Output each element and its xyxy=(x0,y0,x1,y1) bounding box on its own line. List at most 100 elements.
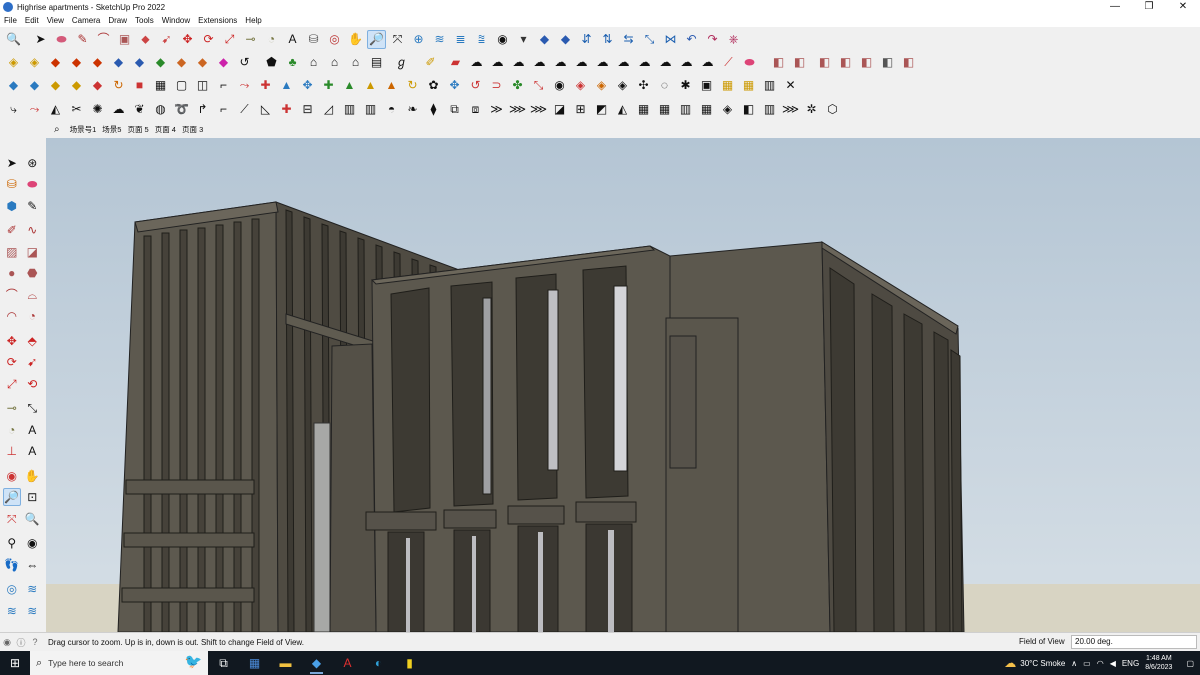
circle-icon[interactable]: ● xyxy=(3,264,21,282)
scissors-icon[interactable]: ✂ xyxy=(67,100,86,119)
line-tool-icon[interactable]: ✎ xyxy=(73,30,92,49)
mesh-18-icon[interactable]: ⋙ xyxy=(781,100,800,119)
axes-icon[interactable]: ⇵ xyxy=(577,30,596,49)
shape-8-icon[interactable]: ▣ xyxy=(697,76,716,95)
zoom-window-icon[interactable]: ⊡ xyxy=(24,488,41,506)
move-icon[interactable]: ✥ xyxy=(3,332,21,350)
menu-view[interactable]: View xyxy=(47,16,64,25)
hatch-1-icon[interactable]: ▥ xyxy=(340,100,359,119)
mesh-1-icon[interactable]: ⧫ xyxy=(424,100,443,119)
scene-tab[interactable]: 页面 3 xyxy=(182,124,203,135)
pushpull-tool-icon[interactable]: ⬥ xyxy=(136,30,155,49)
scale-tool-icon[interactable]: ⤢ xyxy=(220,30,239,49)
cube-yellow-icon[interactable]: ◆ xyxy=(46,76,65,95)
shape-10-icon[interactable]: ▦ xyxy=(739,76,758,95)
union-icon[interactable]: ◆ xyxy=(172,53,191,72)
tape-measure-icon[interactable]: ⊸ xyxy=(241,30,260,49)
geo-location-icon[interactable]: ◉ xyxy=(0,637,14,648)
texture-7-icon[interactable]: ◧ xyxy=(899,53,918,72)
scenes-icon[interactable]: ≋ xyxy=(3,602,21,620)
pie-icon[interactable]: ◔ xyxy=(24,307,42,325)
loft-icon[interactable]: ◫ xyxy=(193,76,212,95)
eraser-tool-icon[interactable]: ⬬ xyxy=(52,30,71,49)
shape-3-icon[interactable]: ◈ xyxy=(592,76,611,95)
eraser-red-icon[interactable]: ▰ xyxy=(446,53,465,72)
cube-red-icon[interactable]: ◆ xyxy=(88,76,107,95)
flip-icon[interactable]: ⇆ xyxy=(619,30,638,49)
orbit-tool-icon[interactable]: ◉ xyxy=(3,467,21,485)
rectangle-icon[interactable]: ▨ xyxy=(3,243,21,261)
undo-icon[interactable]: ↶ xyxy=(682,30,701,49)
mesh-7-icon[interactable]: ◪ xyxy=(550,100,569,119)
magnet-icon[interactable]: ⊃ xyxy=(487,76,506,95)
scene-tab[interactable]: 页面 4 xyxy=(155,124,176,135)
3d-text-icon[interactable]: A xyxy=(24,442,42,460)
start-button[interactable]: ⊞ xyxy=(0,651,30,675)
cloud-shape-11-icon[interactable]: ☁ xyxy=(677,53,696,72)
extrude-icon[interactable]: ◭ xyxy=(46,100,65,119)
freehand-icon[interactable]: ∿ xyxy=(24,221,42,239)
position-camera-icon[interactable]: ⚲ xyxy=(3,534,21,552)
sticky-notes-icon[interactable]: ▮ xyxy=(394,651,425,675)
mesh-9-icon[interactable]: ◩ xyxy=(592,100,611,119)
mesh-8-icon[interactable]: ⊞ xyxy=(571,100,590,119)
pyramid-yellow-icon[interactable]: ▲ xyxy=(361,76,380,95)
spiral-icon[interactable]: ✿ xyxy=(424,76,443,95)
ramp-icon[interactable]: ◿ xyxy=(319,100,338,119)
offset-icon[interactable]: ⟲ xyxy=(24,375,42,393)
frame-icon[interactable]: ▢ xyxy=(172,76,191,95)
zoom-icon[interactable]: 🔎 xyxy=(3,488,21,507)
rotate-red-icon[interactable]: ↺ xyxy=(466,76,485,95)
bottom-view-icon[interactable]: ◆ xyxy=(130,53,149,72)
scale-icon[interactable]: ⤢ xyxy=(3,375,21,393)
previous-view-icon[interactable]: 🔍 xyxy=(24,510,42,528)
menu-tools[interactable]: Tools xyxy=(135,16,154,25)
shadow-icon[interactable]: ▾ xyxy=(514,30,533,49)
shape-4-icon[interactable]: ◈ xyxy=(613,76,632,95)
texture-3-icon[interactable]: ◧ xyxy=(815,53,834,72)
pan-tool-icon[interactable]: ✋ xyxy=(346,30,365,49)
protractor-icon[interactable]: ◔ xyxy=(3,421,21,439)
scene-tab[interactable]: 场景5 xyxy=(102,124,121,135)
redo-icon[interactable]: ↷ xyxy=(703,30,722,49)
mesh-16-icon[interactable]: ◧ xyxy=(739,100,758,119)
section-icon[interactable]: ⇔ xyxy=(24,556,42,574)
texture-2-icon[interactable]: ◧ xyxy=(790,53,809,72)
section-plane-icon[interactable]: ⊕ xyxy=(409,30,428,49)
minimize-button[interactable]: — xyxy=(1098,0,1132,14)
menu-camera[interactable]: Camera xyxy=(72,16,100,25)
cloud-shape-2-icon[interactable]: ☁ xyxy=(488,53,507,72)
layers-icon[interactable]: ◎ xyxy=(3,580,21,598)
component-icon[interactable]: ◆ xyxy=(535,30,554,49)
scene-tab[interactable]: 页面 5 xyxy=(127,124,148,135)
slope-icon[interactable]: ⟋ xyxy=(235,100,254,119)
explode-icon[interactable]: ✺ xyxy=(88,100,107,119)
extension-g-icon[interactable]: ℊ xyxy=(392,53,411,72)
wifi-icon[interactable]: ◠ xyxy=(1097,659,1104,668)
tag-icon[interactable]: ✎ xyxy=(24,197,42,215)
puzzle-icon[interactable]: ✤ xyxy=(508,76,527,95)
credits-icon[interactable]: ⓘ xyxy=(14,636,28,649)
mesh-17-icon[interactable]: ▥ xyxy=(760,100,779,119)
split-icon[interactable]: ◆ xyxy=(214,53,233,72)
stairs-icon[interactable]: ⊟ xyxy=(298,100,317,119)
line-icon[interactable]: ✐ xyxy=(3,221,21,239)
plus-red-2-icon[interactable]: ✚ xyxy=(277,100,296,119)
protractor-icon[interactable]: ◔ xyxy=(262,30,281,49)
top-view-icon[interactable]: ◈ xyxy=(25,53,44,72)
eraser-pink-icon[interactable]: ⬬ xyxy=(740,53,759,72)
cloud-shape-10-icon[interactable]: ☁ xyxy=(656,53,675,72)
followme-icon[interactable]: ➹ xyxy=(24,353,42,371)
mesh-6-icon[interactable]: ⋙ xyxy=(529,100,548,119)
camera-icon[interactable]: ◉ xyxy=(493,30,512,49)
subtract-icon[interactable]: ◆ xyxy=(193,53,212,72)
rotate-tool-icon[interactable]: ⟳ xyxy=(199,30,218,49)
back-view-icon[interactable]: ◆ xyxy=(88,53,107,72)
mesh-2-icon[interactable]: ⧉ xyxy=(445,100,464,119)
shape-tool-icon[interactable]: ▣ xyxy=(115,30,134,49)
text-tool-icon[interactable]: A xyxy=(283,30,302,49)
measurement-input[interactable]: 20.00 deg. xyxy=(1071,635,1197,649)
cone-icon[interactable]: ▲ xyxy=(277,76,296,95)
texture-5-icon[interactable]: ◧ xyxy=(857,53,876,72)
fillet-icon[interactable]: ⌐ xyxy=(214,76,233,95)
